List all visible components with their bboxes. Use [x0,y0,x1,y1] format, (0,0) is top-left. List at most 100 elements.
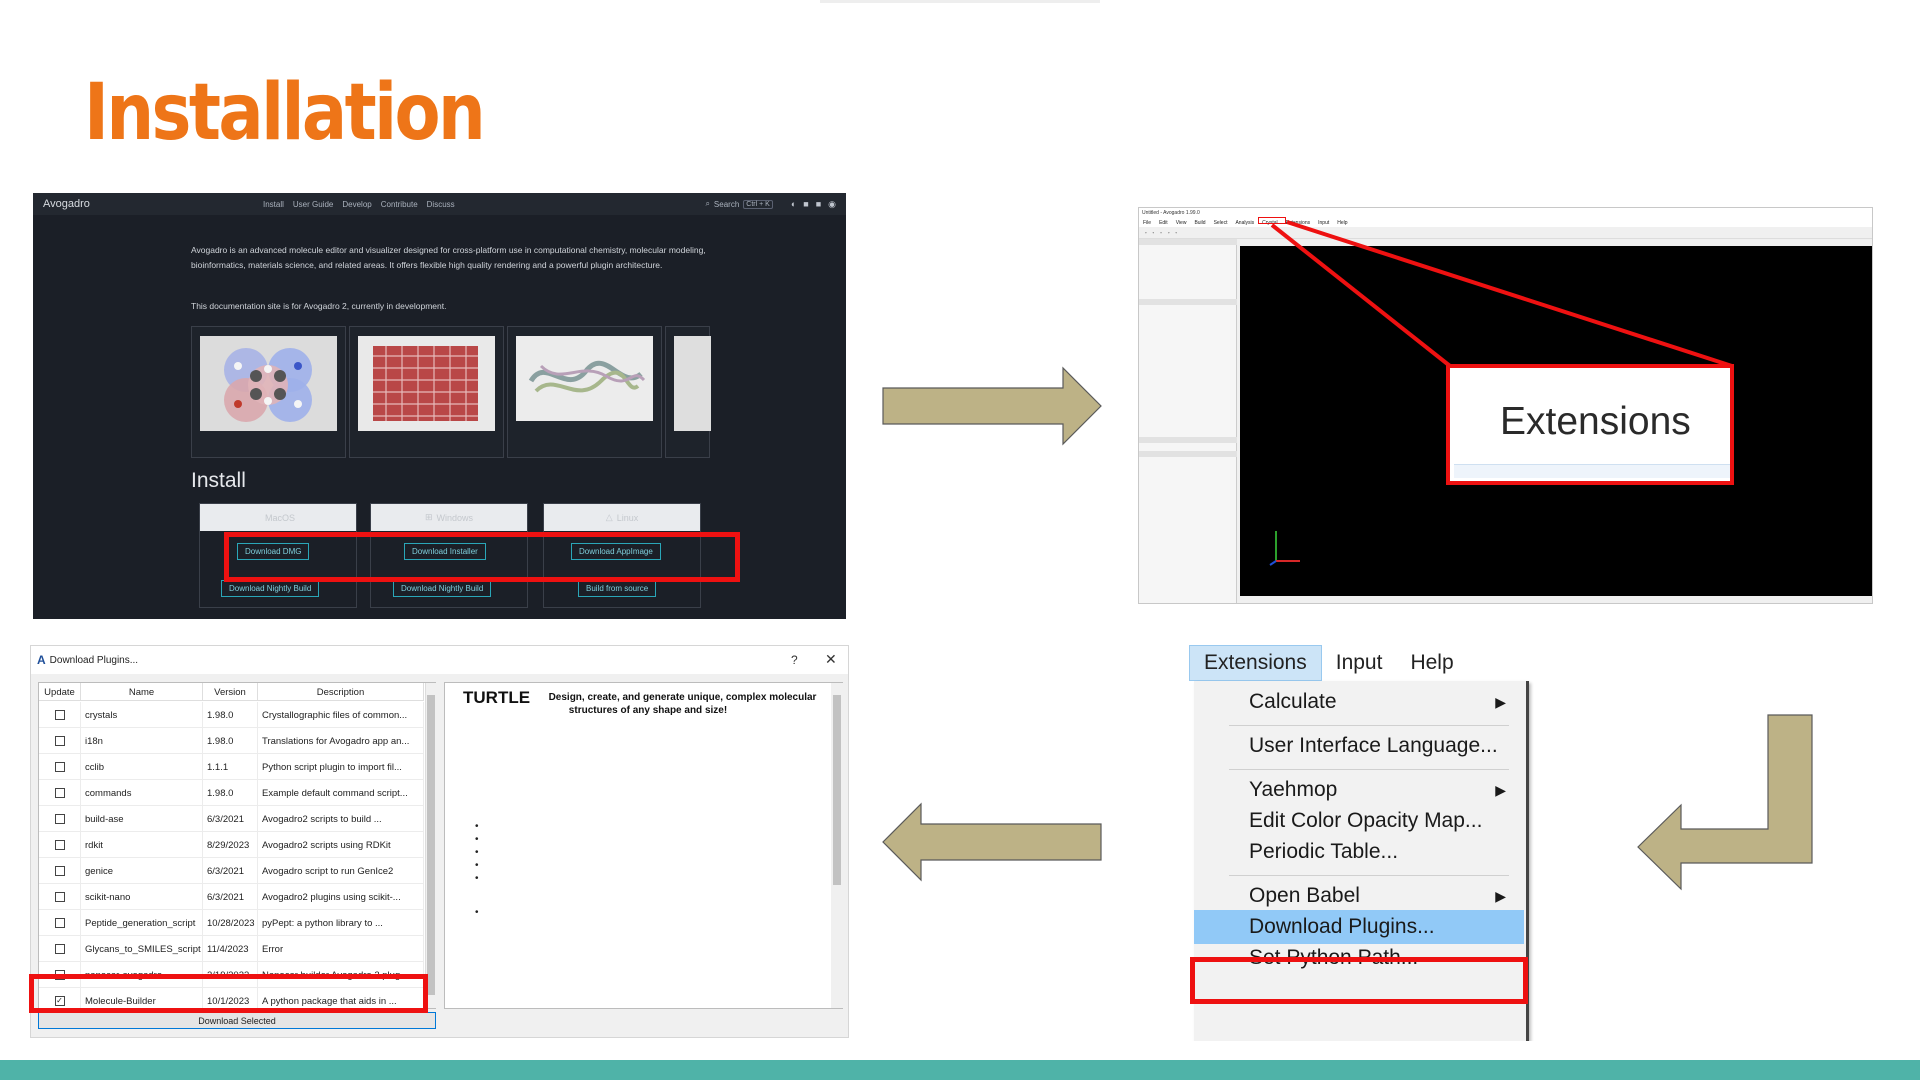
gallery-card[interactable] [349,326,504,458]
app-menu-select[interactable]: Select [1214,220,1228,226]
app-menu-edit[interactable]: Edit [1159,220,1168,226]
plugin-version: 1.98.0 [203,780,258,806]
close-button[interactable]: ✕ [825,651,837,668]
twitter-icon[interactable]: ■ [816,199,821,210]
update-cell [39,754,81,780]
website-brand[interactable]: Avogadro [43,198,243,210]
nav-link-install[interactable]: Install [263,200,284,209]
gallery-card[interactable] [191,326,346,458]
website-dev-note: This documentation site is for Avogadro … [191,301,447,311]
linux-tab[interactable]: △ Linux [544,504,700,531]
menu-item-periodic-table[interactable]: Periodic Table... [1194,835,1524,869]
dialog-titlebar: A Download Plugins... ? ✕ [31,646,848,674]
download-plugins-highlight [1190,957,1528,1004]
app-menu-help[interactable]: Help [1337,220,1347,226]
app-menu-input[interactable]: Input [1318,220,1329,226]
down-left-arrow-icon [1637,714,1813,891]
app-menu-view[interactable]: View [1176,220,1187,226]
help-button[interactable]: ? [791,653,798,667]
app-menu-extensions[interactable]: Extensions [1286,220,1310,226]
nav-link-contribute[interactable]: Contribute [381,200,418,209]
plugin-version: 6/3/2021 [203,858,258,884]
build-from-source-button[interactable]: Build from source [578,580,657,597]
update-checkbox[interactable] [54,762,65,772]
save-icon[interactable]: ▫ [1168,230,1170,235]
macos-tab[interactable]: MacOS [200,504,356,531]
description-scrollbar[interactable] [831,683,843,1008]
website-search[interactable]: ⌕ Search Ctrl + K [705,199,773,209]
plugin-description: TURTLE Design, create, and generate uniqu… [463,689,833,717]
molecule-gallery [191,326,711,458]
app-menu-file[interactable]: File [1143,220,1151,226]
display-types-section [1139,299,1237,305]
col-update[interactable]: Update [39,683,81,701]
col-version[interactable]: Version [203,683,258,701]
table-row[interactable]: rdkit 8/29/2023 Avogadro2 scripts using RD… [39,832,424,858]
update-cell [39,858,81,884]
table-row[interactable]: i18n 1.98.0 Translations for Avogadro app … [39,728,424,754]
update-checkbox[interactable] [54,918,65,928]
save-as-icon[interactable]: ▫ [1175,230,1177,235]
gallery-card[interactable] [507,326,662,458]
submenu-arrow-icon: ▶ [1495,782,1506,798]
col-name[interactable]: Name [81,683,203,701]
partial-image [674,336,711,431]
nav-link-discuss[interactable]: Discuss [427,200,455,209]
install-heading: Install [191,469,246,492]
table-row[interactable]: genice 6/3/2021 Avogadro script to run Gen… [39,858,424,884]
table-row[interactable]: cclib 1.1.1 Python script plugin to import… [39,754,424,780]
plugin-name: crystals [81,702,203,728]
scroll-thumb[interactable] [427,695,435,995]
table-row[interactable]: build-ase 6/3/2021 Avogadro2 scripts to bu… [39,806,424,832]
open-icon[interactable]: ▫ [1153,230,1155,235]
right-arrow-icon [882,366,1102,446]
menu-item-open-babel[interactable]: Open Babel ▶ [1194,879,1524,913]
gallery-card[interactable] [665,326,711,458]
website-nav-links: Install User Guide Develop Contribute Di… [263,200,455,209]
menu-item-yaehmop[interactable]: Yaehmop ▶ [1194,773,1524,807]
download-nightly-windows-button[interactable]: Download Nightly Build [393,580,492,597]
download-selected-button[interactable]: Download Selected [38,1012,436,1029]
menu-extensions[interactable]: Extensions [1189,645,1322,681]
update-checkbox[interactable] [54,710,65,720]
table-row[interactable]: scikit-nano 6/3/2021 Avogadro2 plugins usi… [39,884,424,910]
col-description[interactable]: Description [258,683,424,701]
forum-icon[interactable]: ◉ [828,199,836,210]
description-scroll-thumb[interactable] [833,695,841,885]
update-checkbox[interactable] [54,736,65,746]
app-window-title: Untitled - Avogadro 1.99.0 [1139,208,1872,218]
extensions-menu-highlight [1258,217,1286,224]
menu-item-download-plugins[interactable]: Download Plugins... [1194,910,1524,944]
theme-toggle-icon[interactable]: ◐ [791,199,796,210]
protein-image [516,336,653,421]
table-scrollbar[interactable] [425,683,436,1008]
avogadro-logo-icon: A [37,653,46,667]
plugin-description-cell: Avogadro2 plugins using scikit-... [258,884,424,910]
update-checkbox[interactable] [54,840,65,850]
update-checkbox[interactable] [54,944,65,954]
app-menu-build[interactable]: Build [1194,220,1205,226]
table-row[interactable]: commands 1.98.0 Example default command sc… [39,780,424,806]
update-checkbox[interactable] [54,892,65,902]
menu-help[interactable]: Help [1396,645,1467,681]
menu-input[interactable]: Input [1322,645,1397,681]
github-icon[interactable]: ■ [803,199,808,210]
nav-link-develop[interactable]: Develop [342,200,371,209]
new-icon[interactable]: ▫ [1145,230,1147,235]
update-checkbox[interactable] [54,788,65,798]
windows-tab[interactable]: ⊞ Windows [371,504,527,531]
table-row[interactable]: crystals 1.98.0 Crystallographic files of … [39,702,424,728]
update-checkbox[interactable] [54,866,65,876]
menu-item-ui-language[interactable]: User Interface Language... [1194,729,1524,763]
menu-item-calculate[interactable]: Calculate ▶ [1194,685,1524,719]
plugin-version: 1.1.1 [203,754,258,780]
table-row[interactable]: Glycans_to_SMILES_script 11/4/2023 Error [39,936,424,962]
app-menu-analysis[interactable]: Analysis [1235,220,1254,226]
menu-item-color-opacity[interactable]: Edit Color Opacity Map... [1194,804,1524,838]
update-checkbox[interactable] [54,814,65,824]
table-row[interactable]: Peptide_generation_script 10/28/2023 pyPep… [39,910,424,936]
nav-link-user-guide[interactable]: User Guide [293,200,333,209]
download-nightly-mac-button[interactable]: Download Nightly Build [221,580,320,597]
plugin-name: i18n [81,728,203,754]
close-icon[interactable]: ▫ [1160,230,1162,235]
